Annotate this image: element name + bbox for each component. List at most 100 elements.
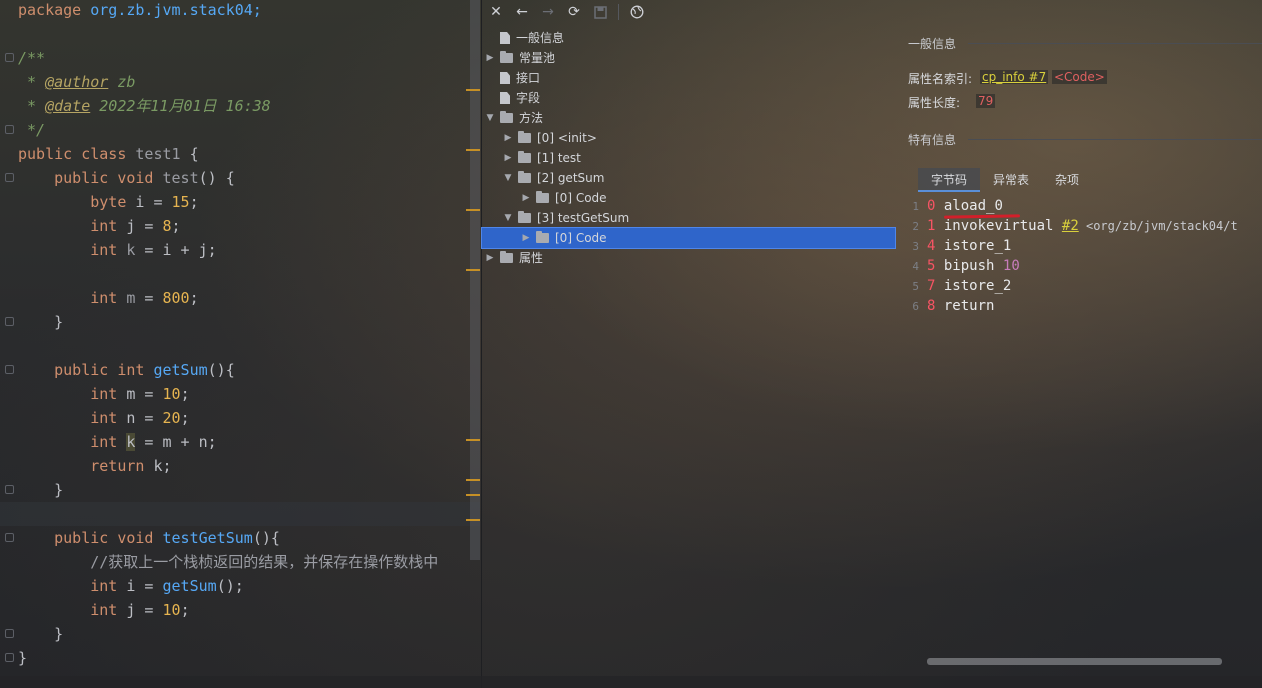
bytecode-line[interactable]: 57 istore_2 xyxy=(905,276,1011,296)
tree-node[interactable]: 字段 xyxy=(484,88,540,108)
tree-node[interactable]: 接口 xyxy=(484,68,540,88)
code-line[interactable]: int m = 10; xyxy=(18,382,189,406)
opcode: bipush xyxy=(943,258,995,274)
code-line[interactable]: int i = getSum(); xyxy=(18,574,244,598)
code-line[interactable]: package org.zb.jvm.stack04; xyxy=(18,0,262,22)
tab-misc[interactable]: 杂项 xyxy=(1042,168,1092,192)
code-line[interactable]: public int getSum(){ xyxy=(18,358,235,382)
code-line[interactable] xyxy=(0,502,480,526)
fold-marker[interactable] xyxy=(5,653,14,662)
tab-bytecode[interactable]: 字节码 xyxy=(918,168,981,192)
tree-node-label: [0] Code xyxy=(555,191,607,205)
tree-node[interactable]: ▼ [2] getSum xyxy=(502,168,604,188)
close-icon[interactable]: ✕ xyxy=(486,2,506,22)
fold-marker[interactable] xyxy=(5,53,14,62)
code-line[interactable]: } xyxy=(18,478,63,502)
tree-node[interactable]: ▶ 常量池 xyxy=(484,48,555,68)
code-line[interactable]: int k = i + j; xyxy=(18,238,217,262)
collapsed-arrow-icon[interactable]: ▶ xyxy=(484,248,496,268)
code-line[interactable]: } xyxy=(18,622,63,646)
panel-divider[interactable] xyxy=(481,0,482,688)
collapsed-arrow-icon[interactable]: ▶ xyxy=(484,48,496,68)
scroll-marker[interactable] xyxy=(466,269,480,271)
bytecode-line[interactable]: 10 aload_0 xyxy=(905,196,1003,216)
code-token: (); xyxy=(216,577,244,595)
code-line[interactable]: int j = 8; xyxy=(18,214,180,238)
tree-node[interactable]: ▶ [1] test xyxy=(502,148,581,168)
code-token: = i + j; xyxy=(135,241,217,259)
fold-marker[interactable] xyxy=(5,485,14,494)
code-line[interactable]: */ xyxy=(18,118,45,142)
folder-icon xyxy=(500,51,513,63)
code-line[interactable]: } xyxy=(18,646,27,670)
code-line[interactable]: int j = 10; xyxy=(18,598,189,622)
code-line[interactable]: /** xyxy=(18,46,45,70)
forward-arrow-icon[interactable]: → xyxy=(538,2,558,22)
line-number: 5 xyxy=(912,280,919,293)
globe-icon[interactable] xyxy=(627,2,647,22)
editor-scrollbar[interactable] xyxy=(470,0,480,560)
folder-icon xyxy=(536,191,549,203)
code-line[interactable]: * @date 2022年11月01日 16:38 xyxy=(18,94,271,118)
tree-node[interactable]: ▼ 方法 xyxy=(484,108,543,128)
code-line[interactable]: * @author zb xyxy=(18,70,135,94)
code-line[interactable]: public class test1 { xyxy=(18,142,199,166)
scroll-marker[interactable] xyxy=(466,149,480,151)
scroll-marker[interactable] xyxy=(466,89,480,91)
tree-node[interactable]: ▶ [0] Code xyxy=(520,228,607,248)
line-number: 3 xyxy=(912,240,919,253)
bytecode-line[interactable]: 21 invokevirtual #2 <org/zb/jvm/stack04/… xyxy=(905,216,1237,236)
tab-exception-table[interactable]: 异常表 xyxy=(980,168,1042,192)
bytecode-offset: 5 xyxy=(927,258,936,274)
bytecode-line[interactable]: 34 istore_1 xyxy=(905,236,1011,256)
refresh-icon[interactable]: ⟳ xyxy=(564,2,584,22)
tree-node-label: [2] getSum xyxy=(537,171,605,185)
code-token: int xyxy=(18,217,127,235)
tree-node[interactable]: ▶ [0] <init> xyxy=(502,128,597,148)
code-line[interactable]: public void test() { xyxy=(18,166,235,190)
tree-node[interactable]: ▶ 属性 xyxy=(484,248,543,268)
fold-marker[interactable] xyxy=(5,629,14,638)
bytecode-line[interactable]: 68 return xyxy=(905,296,994,316)
horizontal-scrollbar[interactable] xyxy=(927,658,1222,665)
code-line[interactable]: byte i = 15; xyxy=(18,190,198,214)
code-line[interactable]: return k; xyxy=(18,454,171,478)
scroll-marker[interactable] xyxy=(466,519,480,521)
code-token: * xyxy=(18,73,46,91)
code-line[interactable]: } xyxy=(18,310,63,334)
attr-name-index-link[interactable]: cp_info #7 xyxy=(980,70,1049,84)
scroll-marker[interactable] xyxy=(466,479,480,481)
opcode-argument[interactable]: #2 xyxy=(1062,218,1079,234)
back-arrow-icon[interactable]: ← xyxy=(512,2,532,22)
code-line[interactable]: int n = 20; xyxy=(18,406,189,430)
expanded-arrow-icon[interactable]: ▼ xyxy=(484,108,496,128)
fold-marker[interactable] xyxy=(5,173,14,182)
code-line[interactable]: //获取上一个栈桢返回的结果，并保存在操作数栈中 xyxy=(18,550,438,574)
fold-marker[interactable] xyxy=(5,533,14,542)
expanded-arrow-icon[interactable]: ▼ xyxy=(502,168,514,188)
tree-node[interactable]: ▶ [0] Code xyxy=(520,188,607,208)
bytecode-tabs: 字节码 异常表 杂项 xyxy=(918,168,1092,192)
code-line[interactable]: int m = 800; xyxy=(18,286,198,310)
scroll-marker[interactable] xyxy=(466,439,480,441)
save-icon[interactable] xyxy=(590,2,610,22)
fold-marker[interactable] xyxy=(5,365,14,374)
tree-node[interactable]: 一般信息 xyxy=(484,28,564,48)
collapsed-arrow-icon[interactable]: ▶ xyxy=(502,148,514,168)
collapsed-arrow-icon[interactable]: ▶ xyxy=(520,228,532,248)
collapsed-arrow-icon[interactable]: ▶ xyxy=(520,188,532,208)
expanded-arrow-icon[interactable]: ▼ xyxy=(502,208,514,228)
specific-info-title: 特有信息 xyxy=(908,133,957,147)
fold-gutter xyxy=(0,0,18,688)
code-line[interactable]: public void testGetSum(){ xyxy=(18,526,280,550)
scroll-marker[interactable] xyxy=(466,209,480,211)
code-token: { xyxy=(189,145,199,163)
code-line[interactable]: int k = m + n; xyxy=(18,430,217,454)
bytecode-line[interactable]: 45 bipush 10 xyxy=(905,256,1019,276)
scroll-marker[interactable] xyxy=(466,494,480,496)
fold-marker[interactable] xyxy=(5,125,14,134)
tree-node[interactable]: ▼ [3] testGetSum xyxy=(502,208,629,228)
fold-marker[interactable] xyxy=(5,317,14,326)
collapsed-arrow-icon[interactable]: ▶ xyxy=(502,128,514,148)
code-editor[interactable]: package org.zb.jvm.stack04; /** * @author… xyxy=(0,0,480,688)
